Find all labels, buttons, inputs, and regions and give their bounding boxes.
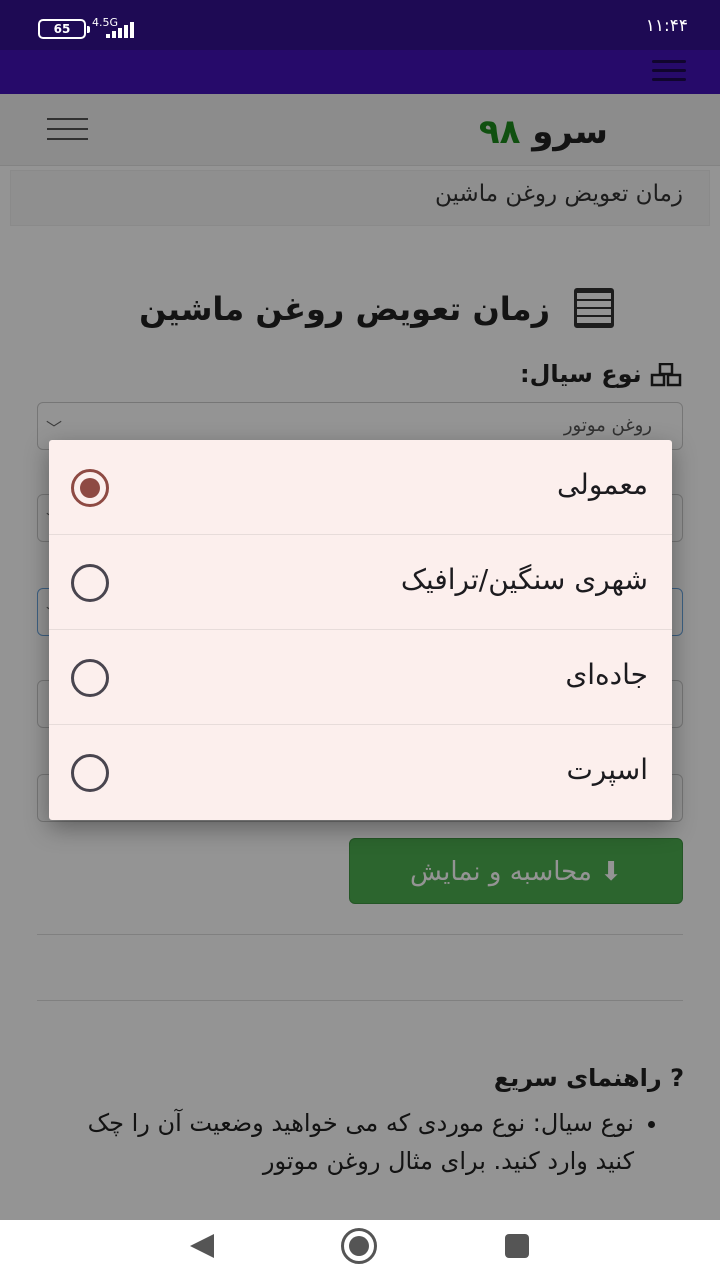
radio-checked-icon[interactable] (71, 469, 109, 507)
driving-type-dialog: معمولی شهری سنگین/ترافیک جاده‌ای اسپرت (49, 440, 672, 820)
radio-unchecked-icon[interactable] (71, 754, 109, 792)
back-icon[interactable] (190, 1234, 214, 1258)
radio-unchecked-icon[interactable] (71, 564, 109, 602)
home-icon[interactable] (341, 1228, 377, 1264)
status-bar: 65 4.5G ۱۱:۴۴ (0, 0, 720, 50)
option-highway[interactable]: جاده‌ای (49, 630, 672, 725)
app-toolbar (0, 50, 720, 94)
option-heavy-city-traffic[interactable]: شهری سنگین/ترافیک (49, 535, 672, 630)
radio-unchecked-icon[interactable] (71, 659, 109, 697)
status-time: ۱۱:۴۴ (645, 16, 688, 36)
option-sport[interactable]: اسپرت (49, 725, 672, 820)
system-nav-bar (0, 1220, 720, 1280)
toolbar-menu-icon[interactable] (652, 60, 686, 82)
signal-icon (98, 22, 138, 38)
recent-apps-icon[interactable] (505, 1234, 529, 1258)
battery-icon: 65 (38, 19, 90, 39)
option-normal[interactable]: معمولی (49, 440, 672, 535)
